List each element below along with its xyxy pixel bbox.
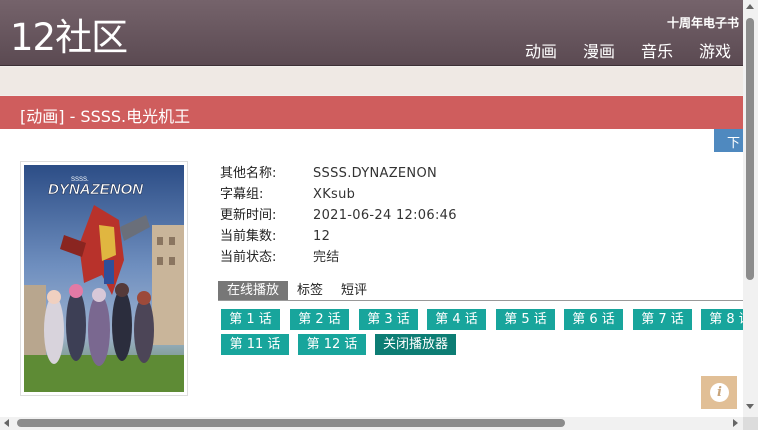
episode-button[interactable]: 第 5 话 xyxy=(496,309,555,330)
download-button[interactable]: 下载 xyxy=(714,129,743,152)
scrollbar-corner xyxy=(743,417,758,430)
tab-tags[interactable]: 标签 xyxy=(288,281,332,300)
episode-button[interactable]: 第 3 话 xyxy=(359,309,418,330)
nav-item-music[interactable]: 音乐 xyxy=(641,38,673,62)
info-row-subgroup: 字幕组: XKsub xyxy=(220,184,457,205)
episode-button[interactable]: 第 12 话 xyxy=(298,334,366,355)
page-title: [动画] - SSSS.电光机王 xyxy=(20,107,191,126)
sub-bar xyxy=(0,67,743,95)
scroll-up-icon[interactable] xyxy=(746,4,754,9)
anime-info: 其他名称: SSSS.DYNAZENON 字幕组: XKsub 更新时间: 20… xyxy=(220,163,457,268)
info-label: 当前状态: xyxy=(220,250,277,265)
poster-image: SSSS. DYNAZENON xyxy=(20,161,188,396)
info-icon: i xyxy=(710,383,729,402)
info-row-updated: 更新时间: 2021-06-24 12:06:46 xyxy=(220,205,457,226)
tab-online-play[interactable]: 在线播放 xyxy=(218,281,289,300)
info-row-status: 当前状态: 完结 xyxy=(220,247,457,268)
episode-list: 第 1 话 第 2 话 第 3 话 第 4 话 第 5 话 第 6 话 第 7 … xyxy=(221,309,743,369)
vertical-scroll-thumb[interactable] xyxy=(746,18,754,280)
info-value: 2021-06-24 12:06:46 xyxy=(313,208,457,223)
tab-bar: 在线播放 标签 短评 xyxy=(218,281,743,301)
info-value: 完结 xyxy=(313,250,340,265)
episode-button[interactable]: 第 11 话 xyxy=(221,334,289,355)
nav-item-manga[interactable]: 漫画 xyxy=(583,38,615,62)
episode-button[interactable]: 第 4 话 xyxy=(427,309,486,330)
info-badge[interactable]: i xyxy=(701,376,737,409)
tab-comments[interactable]: 短评 xyxy=(332,281,376,300)
site-logo[interactable]: 12社区 xyxy=(10,14,128,62)
nav-item-anime[interactable]: 动画 xyxy=(525,38,557,62)
info-value: SSSS.DYNAZENON xyxy=(313,166,437,181)
nav-item-games[interactable]: 游戏 xyxy=(699,38,731,62)
info-row-episodes: 当前集数: 12 xyxy=(220,226,457,247)
episode-button[interactable]: 第 8 话 xyxy=(701,309,743,330)
info-value: XKsub xyxy=(313,187,356,202)
info-label: 其他名称: xyxy=(220,166,277,181)
horizontal-scrollbar[interactable] xyxy=(0,417,743,430)
info-label: 更新时间: xyxy=(220,208,277,223)
info-label: 当前集数: xyxy=(220,229,277,244)
episode-button[interactable]: 第 2 话 xyxy=(290,309,349,330)
site-header: 12社区 十周年电子书 动画 漫画 音乐 游戏 xyxy=(0,0,743,66)
anniversary-ebook-link[interactable]: 十周年电子书 xyxy=(667,14,739,31)
horizontal-scroll-thumb[interactable] xyxy=(17,419,565,427)
info-row-alias: 其他名称: SSSS.DYNAZENON xyxy=(220,163,457,184)
vertical-scrollbar[interactable] xyxy=(743,0,758,430)
poster-logo-text: DYNAZENON xyxy=(48,181,144,198)
episode-button[interactable]: 第 7 话 xyxy=(633,309,692,330)
scroll-right-icon[interactable] xyxy=(733,419,738,427)
main-nav: 动画 漫画 音乐 游戏 xyxy=(499,38,731,62)
close-player-button[interactable]: 关闭播放器 xyxy=(375,334,456,355)
content-panel: 下载 xyxy=(0,129,743,417)
title-bar: [动画] - SSSS.电光机王 xyxy=(0,96,743,129)
scroll-down-icon[interactable] xyxy=(746,404,754,409)
episode-button[interactable]: 第 6 话 xyxy=(564,309,623,330)
episode-button[interactable]: 第 1 话 xyxy=(221,309,280,330)
scroll-left-icon[interactable] xyxy=(4,419,9,427)
info-label: 字幕组: xyxy=(220,187,264,202)
info-value: 12 xyxy=(313,229,331,244)
